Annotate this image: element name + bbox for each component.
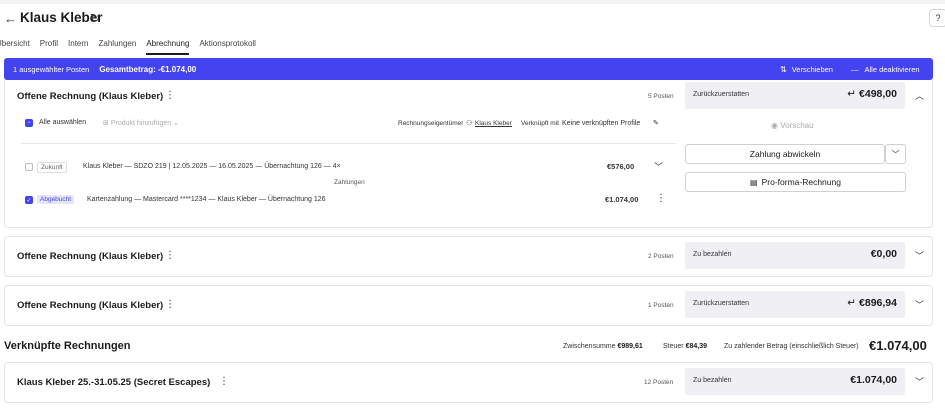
balance-label: Zu bezahlen bbox=[693, 377, 732, 384]
move-button[interactable]: ⇅ Verschieben bbox=[780, 65, 833, 74]
item-count: 1 Posten bbox=[648, 302, 674, 309]
owner-name-link[interactable]: Klaus Kleber bbox=[475, 120, 512, 127]
balance-label: Zurückzuerstatten bbox=[693, 91, 750, 98]
balance-label: Zurückzuerstatten bbox=[693, 300, 750, 307]
row-divider bbox=[21, 143, 676, 144]
row-checkbox[interactable]: ✓ bbox=[25, 196, 33, 204]
row-description: Kartenzahlung — Mastercard ****1234 — Kl… bbox=[87, 196, 326, 203]
tax: Steuer €84,39 bbox=[663, 343, 707, 350]
chevron-down-icon[interactable]: ﹀ bbox=[654, 160, 663, 173]
chevron-down-icon[interactable]: ﹀ bbox=[915, 375, 924, 388]
row-amount: €576,00 bbox=[607, 162, 635, 171]
minus-icon: — bbox=[851, 64, 859, 74]
tab-bar: Übersicht Profil Intern Zahlungen Abrech… bbox=[0, 39, 266, 55]
tab-activity-log[interactable]: Aktionsprotokoll bbox=[199, 39, 255, 55]
balance-amount: ↵ €896,94 bbox=[847, 297, 897, 309]
invoice-title: Offene Rechnung (Klaus Kleber) bbox=[17, 251, 164, 262]
balance-amount: ↵ €498,00 bbox=[847, 88, 897, 100]
item-count: 5 Posten bbox=[648, 93, 674, 100]
subtotal: Zwischensumme €989,61 bbox=[563, 343, 643, 350]
move-label: Verschieben bbox=[791, 64, 833, 74]
row-amount: €1.074,00 bbox=[605, 195, 639, 204]
refresh-icon[interactable]: ↻ bbox=[90, 11, 100, 25]
status-badge: Zukunft bbox=[37, 162, 67, 173]
status-badge: Abgebucht bbox=[37, 195, 75, 204]
balance-panel: Zurückzuerstatten ↵ €896,94 bbox=[685, 291, 905, 318]
refund-arrow-icon: ↵ bbox=[847, 88, 857, 100]
back-arrow-icon[interactable]: ← bbox=[4, 11, 17, 26]
tab-profile[interactable]: Profil bbox=[40, 39, 58, 55]
invoice-card: Offene Rechnung (Klaus Kleber) ⋮ 1 Poste… bbox=[4, 285, 933, 326]
tab-internal[interactable]: Intern bbox=[68, 39, 88, 55]
linked-invoices-heading: Verknüpfte Rechnungen bbox=[4, 340, 131, 352]
balance-panel: Zu bezahlen €1.074,00 bbox=[685, 368, 905, 395]
more-vertical-icon[interactable]: ⋮ bbox=[165, 299, 175, 310]
chevron-down-icon[interactable]: ﹀ bbox=[915, 298, 924, 311]
swap-icon: ⇅ bbox=[780, 64, 787, 74]
selected-count: 1 ausgewählter Posten bbox=[13, 64, 90, 74]
more-vertical-icon[interactable]: ⋮ bbox=[165, 90, 175, 101]
more-vertical-icon[interactable]: ⋮ bbox=[656, 193, 666, 204]
row-checkbox[interactable] bbox=[25, 163, 33, 171]
select-all-checkbox[interactable]: − bbox=[25, 119, 33, 127]
pencil-icon[interactable]: ✎ bbox=[653, 119, 659, 127]
balance-amount: €0,00 bbox=[870, 248, 897, 260]
tab-billing[interactable]: Abrechnung bbox=[146, 39, 190, 55]
process-payment-dropdown[interactable]: ﹀ bbox=[885, 144, 906, 164]
row-description: Klaus Kleber — SDZO 219 | 12.05.2025 — 1… bbox=[83, 163, 341, 170]
add-product-button[interactable]: ⊞ Produkt hinzufügen ⌄ bbox=[103, 119, 179, 127]
eye-icon: ◉ bbox=[771, 121, 778, 130]
invoice-card: Offene Rechnung (Klaus Kleber) ⋮ 5 Poste… bbox=[4, 80, 933, 228]
item-count: 2 Posten bbox=[648, 253, 674, 260]
invoice-title: Offene Rechnung (Klaus Kleber) bbox=[17, 91, 164, 102]
preview-button[interactable]: ◉ Vorschau bbox=[771, 121, 814, 130]
top-strip bbox=[0, 0, 945, 4]
balance-label: Zu bezahlen bbox=[693, 251, 732, 258]
selected-total: Gesamtbetrag: -€1.074,00 bbox=[99, 64, 197, 74]
plus-square-icon: ⊞ bbox=[103, 120, 109, 127]
document-icon: ▤ bbox=[750, 177, 758, 187]
amount-due-total: €1.074,00 bbox=[869, 338, 927, 353]
linked-invoice-card: Klaus Kleber 25.-31.05.25 (Secret Escape… bbox=[4, 362, 933, 403]
tab-overview[interactable]: Übersicht bbox=[0, 39, 30, 55]
invoice-card: Offene Rechnung (Klaus Kleber) ⋮ 2 Poste… bbox=[4, 236, 933, 277]
refund-arrow-icon: ↵ bbox=[847, 297, 857, 309]
proforma-button[interactable]: ▤ Pro-forma-Rechnung bbox=[685, 172, 906, 192]
balance-amount: €1.074,00 bbox=[850, 374, 897, 386]
more-vertical-icon[interactable]: ⋮ bbox=[165, 250, 175, 261]
linked-value: Keine verknüpften Profile bbox=[562, 120, 641, 127]
payments-divider-label: Zahlungen bbox=[330, 179, 369, 186]
item-count: 12 Posten bbox=[644, 379, 674, 386]
help-icon[interactable]: ? bbox=[929, 9, 945, 27]
owner-label: Rechnungseigentümer bbox=[398, 120, 464, 127]
chevron-down-icon: ﹀ bbox=[891, 149, 900, 159]
deactivate-label: Alle deaktivieren bbox=[864, 64, 920, 74]
invoice-title: Klaus Kleber 25.-31.05.25 (Secret Escape… bbox=[17, 377, 211, 388]
deactivate-all-button[interactable]: — Alle deaktivieren bbox=[851, 65, 920, 74]
process-payment-button[interactable]: Zahlung abwickeln bbox=[685, 144, 885, 164]
amount-due-label: Zu zahlender Betrag (einschließlich Steu… bbox=[724, 343, 859, 350]
balance-panel: Zu bezahlen €0,00 bbox=[685, 242, 905, 269]
user-icon: ⚇ bbox=[466, 120, 473, 127]
selection-bar: 1 ausgewählter Posten Gesamtbetrag: -€1.… bbox=[4, 58, 933, 80]
invoice-title: Offene Rechnung (Klaus Kleber) bbox=[17, 300, 164, 311]
chevron-down-icon[interactable]: ﹀ bbox=[915, 249, 924, 262]
balance-panel: Zurückzuerstatten ↵ €498,00 bbox=[685, 82, 905, 109]
more-vertical-icon[interactable]: ⋮ bbox=[219, 376, 229, 387]
linked-label: Verknüpft mit bbox=[521, 120, 559, 127]
select-all-label[interactable]: Alle auswählen bbox=[39, 119, 86, 126]
chevron-up-icon[interactable]: ︿ bbox=[915, 89, 924, 102]
tab-payments[interactable]: Zahlungen bbox=[99, 39, 137, 55]
